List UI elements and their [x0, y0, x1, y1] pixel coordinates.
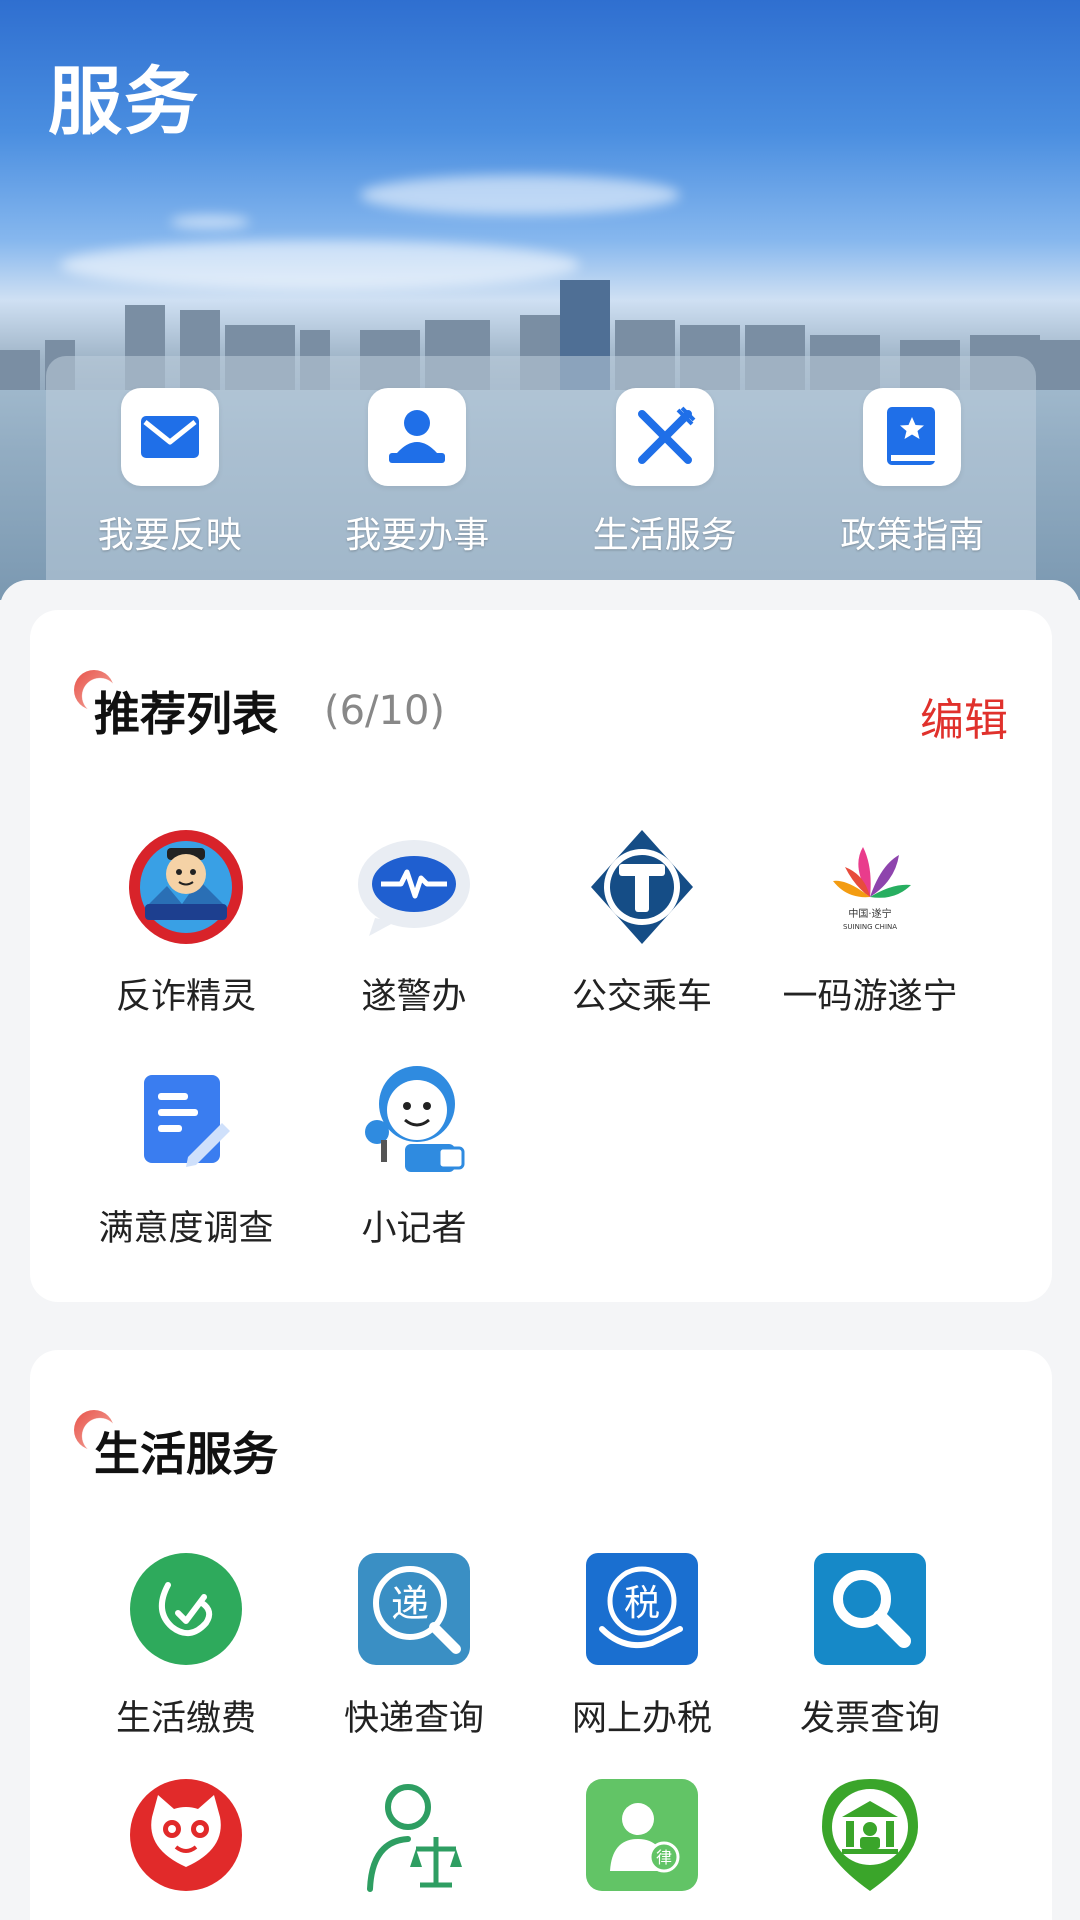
svg-text:递: 递 [391, 1582, 429, 1626]
quick-action-label: 政策指南 [840, 515, 985, 556]
suining-lotus-icon: 中国·遂宁 SUINING CHINA [811, 828, 929, 946]
quick-actions-panel: 我要反映 我要办事 生活服务 政策指南 [46, 356, 1036, 580]
app-label: 反诈精灵 [115, 977, 256, 1017]
hero-banner: 服务 我要反映 我要办事 生活服务 政策指南 [0, 0, 1080, 600]
edit-button[interactable]: 编辑 [920, 684, 1008, 748]
cloud [360, 175, 680, 215]
app-label: 满意度调查 [98, 1209, 274, 1249]
quick-action-label: 我要反映 [97, 515, 242, 556]
service-court[interactable] [756, 1776, 984, 1894]
invoice-search-icon [811, 1550, 929, 1668]
app-one-code-suining[interactable]: 中国·遂宁 SUINING CHINA 一码游遂宁 [756, 828, 984, 1019]
app-label: 生活缴费 [115, 1699, 256, 1739]
fork-knife-icon [615, 388, 714, 486]
survey-doc-icon [127, 1060, 245, 1178]
svg-text:SUINING CHINA: SUINING CHINA [843, 923, 897, 931]
app-survey[interactable]: 满意度调查 [72, 1060, 300, 1251]
recommend-header: 推荐列表 (6/10) [74, 670, 446, 744]
book-star-icon [863, 388, 962, 486]
service-express-query[interactable]: 递 快递查询 [300, 1550, 528, 1741]
quick-action-label: 我要办事 [345, 515, 490, 556]
app-label: 一码游遂宁 [782, 977, 958, 1017]
reporter-cartoon-icon [355, 1060, 473, 1178]
quick-action-feedback[interactable]: 我要反映 [70, 388, 270, 558]
service-utility-payment[interactable]: 生活缴费 [72, 1550, 300, 1741]
app-label: 遂警办 [361, 977, 467, 1017]
service-lawyer[interactable] [300, 1776, 528, 1894]
svg-text:中国·遂宁: 中国·遂宁 [848, 907, 891, 920]
cloud [170, 215, 250, 229]
police-pulse-icon [355, 828, 473, 946]
quick-action-policy[interactable]: 政策指南 [812, 388, 1012, 558]
app-label: 公交乘车 [571, 977, 712, 1017]
lawyer-scale-icon [355, 1776, 473, 1894]
express-search-icon: 递 [355, 1550, 473, 1668]
app-label: 发票查询 [799, 1699, 940, 1739]
recommend-count: (6/10) [324, 688, 446, 734]
recommend-card: 推荐列表 (6/10) 编辑 反诈精灵 遂警办 公交乘车 中国·遂宁 SUINI… [30, 610, 1052, 1302]
service-legal[interactable]: 律 [528, 1776, 756, 1894]
cat-face-icon [127, 1776, 245, 1894]
life-header: 生活服务 [74, 1410, 278, 1484]
app-label: 快递查询 [343, 1699, 484, 1739]
svg-text:税: 税 [624, 1583, 660, 1624]
life-title: 生活服务 [94, 1427, 278, 1481]
life-services-card: 生活服务 生活缴费 递 快递查询 税 网上办税 发票查询 律 [30, 1350, 1052, 1920]
service-invoice-query[interactable]: 发票查询 [756, 1550, 984, 1741]
app-anti-fraud[interactable]: 反诈精灵 [72, 828, 300, 1019]
legal-person-icon: 律 [583, 1776, 701, 1894]
quick-action-affairs[interactable]: 我要办事 [317, 388, 517, 558]
tax-hand-icon: 税 [583, 1550, 701, 1668]
person-desk-icon [368, 388, 467, 486]
court-pin-icon [811, 1776, 929, 1894]
svg-text:律: 律 [656, 1848, 672, 1867]
anti-fraud-police-icon [127, 828, 245, 946]
payment-check-icon [127, 1550, 245, 1668]
app-label: 网上办税 [571, 1699, 712, 1739]
app-label: 小记者 [361, 1209, 467, 1249]
quick-action-label: 生活服务 [592, 515, 737, 556]
app-little-reporter[interactable]: 小记者 [300, 1060, 528, 1251]
mail-icon [120, 388, 219, 486]
app-sui-police[interactable]: 遂警办 [300, 828, 528, 1019]
content-sheet: 推荐列表 (6/10) 编辑 反诈精灵 遂警办 公交乘车 中国·遂宁 SUINI… [0, 580, 1080, 1920]
quick-action-life[interactable]: 生活服务 [565, 388, 765, 558]
page-title: 服务 [48, 59, 200, 145]
service-cat[interactable] [72, 1776, 300, 1894]
bus-t-icon [583, 828, 701, 946]
recommend-title: 推荐列表 [94, 687, 278, 741]
app-bus[interactable]: 公交乘车 [528, 828, 756, 1019]
service-online-tax[interactable]: 税 网上办税 [528, 1550, 756, 1741]
